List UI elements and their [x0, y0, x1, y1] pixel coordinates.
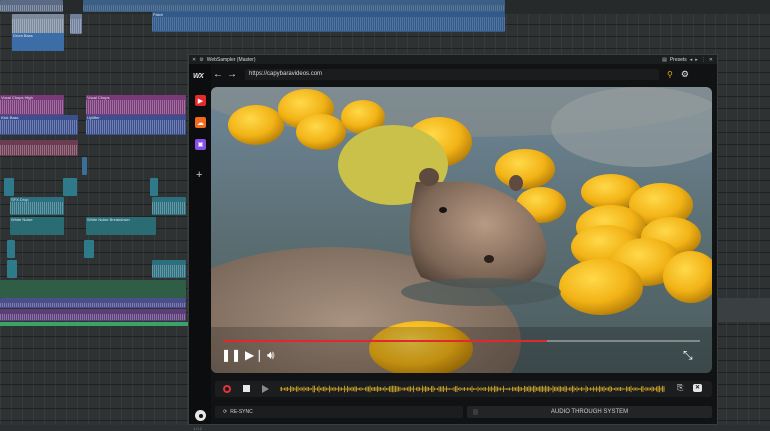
menu-icon[interactable]: ⋮: [701, 57, 706, 63]
daw-clip[interactable]: Vocal Chops: [86, 95, 186, 115]
daw-clip[interactable]: [0, 140, 78, 156]
transport-bar: ⎘ ✕: [215, 381, 712, 397]
export-icon[interactable]: ⎘: [677, 383, 683, 393]
daw-clip[interactable]: [0, 309, 186, 321]
daw-clip[interactable]: [63, 178, 77, 196]
prev-preset-icon[interactable]: ◂: [690, 57, 693, 63]
daw-clip[interactable]: Patch: [152, 12, 505, 32]
toggle-indicator: [473, 409, 478, 415]
daw-clip[interactable]: [12, 14, 64, 34]
daw-clip[interactable]: [84, 240, 94, 258]
daw-clip[interactable]: [0, 298, 186, 308]
daw-clip[interactable]: [150, 178, 158, 196]
volume-icon[interactable]: 🔊︎: [267, 349, 275, 361]
presets-label[interactable]: Presets: [670, 57, 687, 63]
daw-clip-label: Drum Bass: [13, 33, 33, 38]
pause-icon[interactable]: ❚❚: [221, 349, 241, 361]
search-icon[interactable]: ⚲: [667, 70, 673, 79]
video-progress-bar[interactable]: [223, 340, 700, 342]
daw-clip[interactable]: White Noise: [10, 217, 64, 235]
audio-through-system-label: AUDIO THROUGH SYSTEM: [550, 409, 629, 415]
daw-clip-label: White Noise: [11, 217, 33, 222]
version-label: 1.0.2: [193, 426, 202, 431]
daw-clip[interactable]: SFX Drop: [10, 197, 64, 215]
daw-clip[interactable]: Uplifter: [86, 115, 186, 135]
daw-clip[interactable]: White Noise Breakdown: [86, 217, 156, 235]
websampler-window[interactable]: ✕ ⚙ WebSampler (Master) ▤ Presets ◂ ▸ ⋮ …: [188, 54, 718, 431]
daw-clip[interactable]: [82, 157, 87, 175]
daw-clip[interactable]: [70, 14, 82, 34]
presets-icon[interactable]: ▤: [662, 57, 667, 63]
daw-clip-label: White Noise Breakdown: [87, 217, 130, 222]
forward-icon[interactable]: →: [225, 69, 239, 80]
video-progress-fill: [223, 340, 548, 342]
daw-clip[interactable]: Vocal Chops High: [0, 95, 64, 115]
gear-icon[interactable]: ⚙: [681, 69, 689, 80]
record-icon[interactable]: [223, 385, 231, 393]
youtube-icon[interactable]: ▶: [195, 95, 206, 106]
add-service-icon[interactable]: +: [196, 170, 202, 181]
recorded-waveform[interactable]: [280, 383, 665, 395]
daw-clip[interactable]: [0, 280, 186, 298]
gear-icon[interactable]: ⚙: [199, 57, 203, 63]
url-bar[interactable]: https://capybaravideos.com: [245, 68, 659, 80]
window-title: WebSampler (Master): [206, 56, 256, 63]
soundcloud-icon[interactable]: ☁: [195, 117, 206, 128]
daw-clip[interactable]: [152, 260, 186, 278]
twitch-icon[interactable]: ▣: [195, 139, 206, 150]
next-preset-icon[interactable]: ▸: [695, 57, 698, 63]
app-logo: WX: [193, 73, 204, 80]
window-titlebar[interactable]: ✕ ⚙ WebSampler (Master) ▤ Presets ◂ ▸ ⋮ …: [189, 55, 717, 64]
resync-icon: ⟳: [223, 409, 228, 415]
daw-clip[interactable]: [0, 0, 63, 12]
daw-automation-lane: [0, 322, 188, 326]
daw-clip[interactable]: [4, 178, 14, 196]
daw-clip[interactable]: [7, 240, 15, 258]
daw-clip[interactable]: [83, 0, 505, 12]
play-icon[interactable]: [262, 385, 269, 393]
daw-clip[interactable]: Drum Bass: [12, 33, 64, 51]
stop-icon[interactable]: [243, 385, 250, 392]
video-player[interactable]: ❚❚ ▶❘ 🔊︎ ⤡: [211, 87, 712, 373]
close-icon[interactable]: ✕: [192, 57, 196, 63]
clear-icon[interactable]: ✕: [693, 384, 702, 392]
resync-label: RE-SYNC: [230, 409, 253, 415]
next-track-icon[interactable]: ▶❘: [245, 349, 264, 361]
browser-navbar: ← → https://capybaravideos.com ⚲ ⚙: [211, 66, 713, 82]
daw-clip[interactable]: [152, 197, 186, 215]
bottom-bar: ⟳ RE-SYNC AUDIO THROUGH SYSTEM: [215, 406, 712, 418]
daw-clip: [718, 298, 770, 322]
audio-through-system-toggle[interactable]: AUDIO THROUGH SYSTEM: [467, 406, 712, 418]
settings-icon[interactable]: [195, 410, 206, 421]
resync-button[interactable]: ⟳ RE-SYNC: [215, 406, 463, 418]
back-icon[interactable]: ←: [211, 69, 225, 80]
service-sidebar: WX ▶ ☁ ▣ + 1.0.2: [189, 64, 211, 431]
daw-clip[interactable]: Kick Bass: [0, 115, 78, 135]
video-frame: [211, 87, 712, 373]
daw-clip[interactable]: [7, 260, 17, 278]
window-close-icon[interactable]: ✕: [709, 57, 713, 63]
fullscreen-icon[interactable]: ⤡: [683, 349, 693, 361]
